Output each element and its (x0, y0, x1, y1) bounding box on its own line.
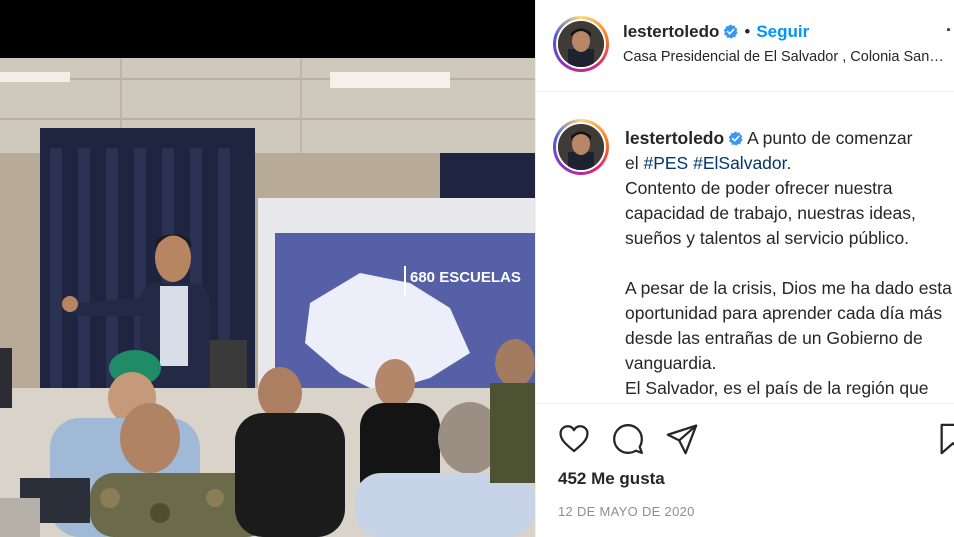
location-link[interactable]: Casa Presidencial de El Salvador , Colon… (623, 49, 944, 65)
likes-count[interactable]: 452 Me gusta (558, 469, 665, 489)
save-button[interactable] (936, 422, 954, 456)
caption-line2-prefix: el (625, 153, 644, 173)
avatar-image (558, 21, 604, 67)
more-options-icon[interactable]: · (946, 20, 952, 41)
verified-badge-icon (724, 24, 738, 39)
caption-paragraph-1: Contento de poder ofrecer nuestra capaci… (625, 178, 916, 248)
post-header: lestertoledo • Seguir Casa Presidencial de… (536, 0, 954, 92)
separator-dot: • (744, 22, 751, 41)
post-caption: lestertoledo A punto de comenzar el #PES… (625, 126, 954, 401)
hashtag-pes[interactable]: #PES (643, 153, 688, 173)
comment-button[interactable] (611, 422, 645, 456)
post-actions: 452 Me gusta 12 DE MAYO DE 2020 (536, 403, 954, 537)
post-photo[interactable]: 680 ESCUELAS (0, 58, 535, 537)
header-name-row: lestertoledo • Seguir (623, 22, 809, 42)
photo-letterbox (0, 0, 535, 58)
post-date[interactable]: 12 DE MAYO DE 2020 (558, 504, 695, 519)
follow-button[interactable]: Seguir (756, 22, 809, 41)
avatar[interactable] (553, 16, 609, 72)
share-button[interactable] (665, 422, 699, 456)
comments-area: lestertoledo A punto de comenzar el #PES… (536, 93, 954, 403)
caption-username-link[interactable]: lestertoledo (625, 128, 724, 148)
caption-paragraph-3: El Salvador, es el país de la región que (625, 378, 929, 398)
caption-avatar[interactable] (553, 119, 609, 175)
post-detail-panel: lestertoledo • Seguir Casa Presidencial de… (535, 0, 954, 537)
share-icon (666, 424, 698, 455)
hashtag-elsalvador[interactable]: #ElSalvador (693, 153, 786, 173)
bookmark-icon (940, 423, 954, 455)
caption-paragraph-2: A pesar de la crisis, Dios me ha dado es… (625, 278, 952, 373)
caption-line1: A punto de comenzar (747, 128, 913, 148)
meeting-photo: 680 ESCUELAS (0, 58, 535, 537)
heart-icon (559, 425, 589, 453)
like-button[interactable] (557, 422, 591, 456)
screen-text: 680 ESCUELAS (410, 269, 521, 286)
avatar-image (558, 124, 604, 170)
caption-line2-suffix: . (786, 153, 792, 173)
verified-badge-icon (728, 131, 743, 146)
username-link[interactable]: lestertoledo (623, 22, 719, 41)
comment-icon (613, 424, 643, 454)
